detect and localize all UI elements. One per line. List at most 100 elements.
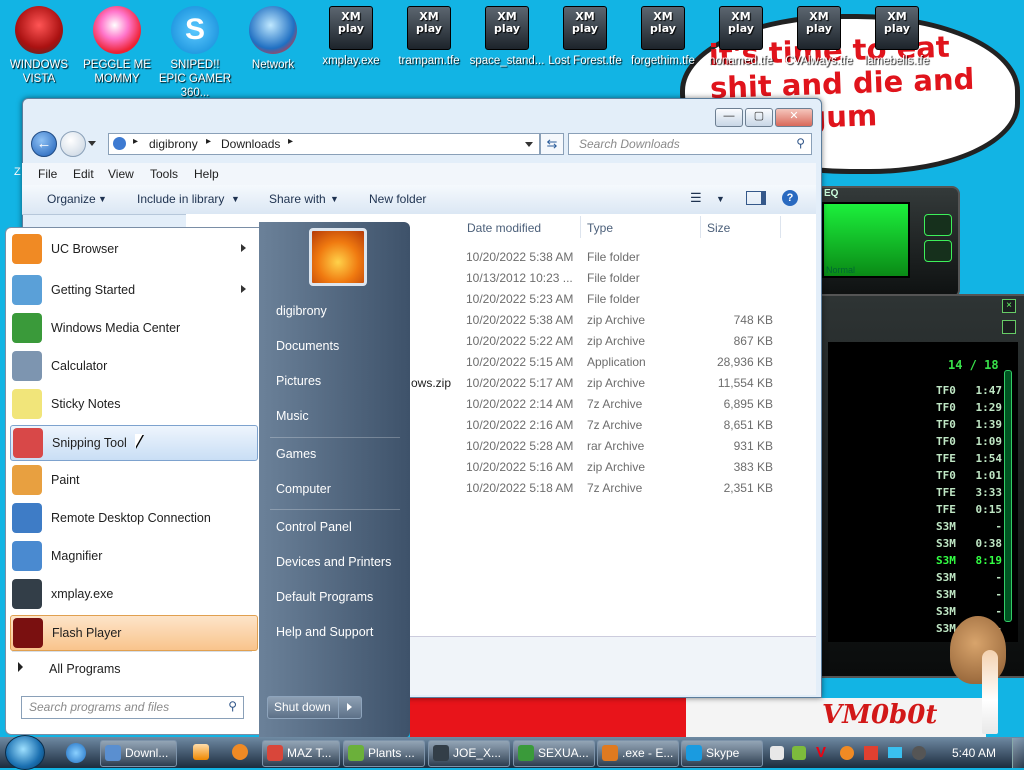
tray-icon-3[interactable]: V xyxy=(816,744,826,761)
menu-tools[interactable]: Tools xyxy=(150,167,178,181)
address-dropdown-chevron-down-icon[interactable] xyxy=(525,142,533,147)
search-box[interactable]: Search Downloads ⚲ xyxy=(568,133,812,155)
start-item-getting-started[interactable]: Getting Started xyxy=(10,273,256,307)
back-button[interactable]: ← xyxy=(31,131,57,157)
partial-file-name[interactable]: ows.zip xyxy=(411,376,451,390)
desktop-icon[interactable]: S SNIPED!! EPIC GAMER 360... xyxy=(156,6,234,100)
start-item-paint[interactable]: Paint xyxy=(10,463,256,497)
playlist-row[interactable]: TFE 3:33 xyxy=(936,486,1002,503)
taskbar-button-sexua-[interactable]: SEXUA... xyxy=(513,740,595,767)
view-chevron-down-icon[interactable]: ▼ xyxy=(716,194,725,204)
forward-button[interactable] xyxy=(60,131,86,157)
start-item-snipping-tool[interactable]: Snipping Tool xyxy=(10,425,258,461)
start-link-user[interactable]: digibrony xyxy=(276,304,327,318)
clock[interactable]: 5:40 AM xyxy=(952,746,996,760)
start-button[interactable] xyxy=(5,735,45,770)
minimize-button[interactable]: — xyxy=(715,108,743,127)
playlist-row[interactable]: TF0 1:39 xyxy=(936,418,1002,435)
start-item-calculator[interactable]: Calculator xyxy=(10,349,256,383)
playlist-row[interactable]: TF0 1:01 xyxy=(936,469,1002,486)
desktop-icon[interactable]: XM play lamebells.tfe xyxy=(858,6,936,68)
start-item-uc-browser[interactable]: UC Browser xyxy=(10,232,256,266)
shutdown-options-button[interactable] xyxy=(338,696,362,719)
tray-icon-5[interactable] xyxy=(864,746,878,760)
refresh-button[interactable]: ⇆ xyxy=(540,133,564,155)
playlist-close-icon[interactable]: × xyxy=(1002,299,1016,313)
playlist-row[interactable]: TF0 1:09 xyxy=(936,435,1002,452)
playlist-row[interactable]: S3M - xyxy=(936,588,1002,605)
taskbar-button-plants-[interactable]: Plants ... xyxy=(343,740,425,767)
search-input[interactable]: Search Downloads xyxy=(579,137,680,151)
user-picture[interactable] xyxy=(309,228,367,286)
start-link-control-panel[interactable]: Control Panel xyxy=(276,520,352,534)
playlist-row[interactable]: TFE 1:54 xyxy=(936,452,1002,469)
eq-power-button[interactable] xyxy=(924,214,952,236)
playlist-scrollbar[interactable] xyxy=(1004,370,1012,622)
start-link-games[interactable]: Games xyxy=(276,447,316,461)
playlist-row[interactable]: S3M 0:38 xyxy=(936,537,1002,554)
tray-icon-2[interactable] xyxy=(792,746,806,760)
taskbar-button--exe-e-[interactable]: .exe - E... xyxy=(597,740,679,767)
tray-icon-1[interactable] xyxy=(770,746,784,760)
start-link-documents[interactable]: Documents xyxy=(276,339,339,353)
desktop-icon[interactable]: XM play CVAlways.tfe xyxy=(780,6,858,68)
column-date-modified[interactable]: Date modified xyxy=(467,221,541,235)
column-type[interactable]: Type xyxy=(587,221,613,235)
taskbar-button-downl-[interactable]: Downl... xyxy=(100,740,177,767)
new-folder-button[interactable]: New folder xyxy=(369,192,426,206)
close-button[interactable]: ✕ xyxy=(775,108,813,127)
taskbar-button-joe-x-[interactable]: JOE_X... xyxy=(428,740,510,767)
taskbar-button-maz-t-[interactable]: MAZ T... xyxy=(262,740,340,767)
organize-button[interactable]: Organize xyxy=(47,192,96,206)
playlist-row[interactable]: S3M 8:19 xyxy=(936,554,1002,571)
breadcrumb-downloads[interactable]: Downloads xyxy=(221,137,280,151)
desktop-icon[interactable]: XM play xmplay.exe xyxy=(312,6,390,68)
start-item-sticky-notes[interactable]: Sticky Notes xyxy=(10,387,256,421)
help-icon[interactable]: ? xyxy=(782,190,798,206)
playlist-row[interactable]: TF0 1:29 xyxy=(936,401,1002,418)
ie-icon[interactable] xyxy=(66,743,86,763)
desktop-icon[interactable]: PEGGLE ME MOMMY xyxy=(78,6,156,86)
taskbar-button-skype[interactable]: Skype xyxy=(681,740,763,767)
start-item-xmplay-exe[interactable]: xmplay.exe xyxy=(10,577,256,611)
menu-view[interactable]: View xyxy=(108,167,134,181)
start-link-default-programs[interactable]: Default Programs xyxy=(276,590,373,604)
shutdown-button[interactable]: Shut down xyxy=(267,696,339,719)
column-size[interactable]: Size xyxy=(707,221,730,235)
desktop-icon[interactable]: XM play nonamed.tfe xyxy=(702,6,780,68)
start-link-pictures[interactable]: Pictures xyxy=(276,374,321,388)
start-item-windows-media-center[interactable]: Windows Media Center xyxy=(10,311,256,345)
start-search-box[interactable]: Search programs and files ⚲ xyxy=(21,696,244,719)
start-link-music[interactable]: Music xyxy=(276,409,309,423)
playlist-row[interactable]: TFE 0:15 xyxy=(936,503,1002,520)
start-link-help-and-support[interactable]: Help and Support xyxy=(276,625,373,639)
start-search-input[interactable]: Search programs and files xyxy=(29,700,169,714)
view-options-icon[interactable]: ☰ xyxy=(690,190,702,206)
breadcrumb-digibrony[interactable]: digibrony xyxy=(149,137,198,151)
address-bar[interactable]: ▸ digibrony ▸ Downloads ▸ xyxy=(108,133,540,155)
start-item-magnifier[interactable]: Magnifier xyxy=(10,539,256,573)
start-item-flash-player[interactable]: Flash Player xyxy=(10,615,258,651)
desktop-icon[interactable]: XM play Lost Forest.tfe xyxy=(546,6,624,68)
tray-icon-4[interactable] xyxy=(840,746,854,760)
start-item-remote-desktop-connection[interactable]: Remote Desktop Connection xyxy=(10,501,256,535)
recent-pages-chevron-down-icon[interactable] xyxy=(88,141,96,146)
menu-edit[interactable]: Edit xyxy=(73,167,94,181)
include-in-library-button[interactable]: Include in library xyxy=(137,192,224,206)
start-link-devices-and-printers[interactable]: Devices and Printers xyxy=(276,555,391,569)
menu-file[interactable]: File xyxy=(38,167,57,181)
share-with-button[interactable]: Share with xyxy=(269,192,326,206)
eq-mode-button[interactable] xyxy=(924,240,952,262)
desktop-icon[interactable]: WINDOWS VISTA xyxy=(0,6,78,86)
preview-pane-icon[interactable] xyxy=(746,191,766,205)
start-link-computer[interactable]: Computer xyxy=(276,482,331,496)
tray-icon-7[interactable] xyxy=(912,746,926,760)
desktop-icon[interactable]: XM play space_stand... xyxy=(468,6,546,68)
show-desktop-button[interactable] xyxy=(1012,738,1024,768)
maximize-button[interactable]: ▢ xyxy=(745,108,773,127)
playlist-minimize-icon[interactable] xyxy=(1002,320,1016,334)
media-player-icon[interactable] xyxy=(193,744,209,760)
playlist-row[interactable]: S3M - xyxy=(936,571,1002,588)
all-programs-button[interactable]: All Programs xyxy=(12,657,252,679)
playlist-row[interactable]: TF0 1:47 xyxy=(936,384,1002,401)
